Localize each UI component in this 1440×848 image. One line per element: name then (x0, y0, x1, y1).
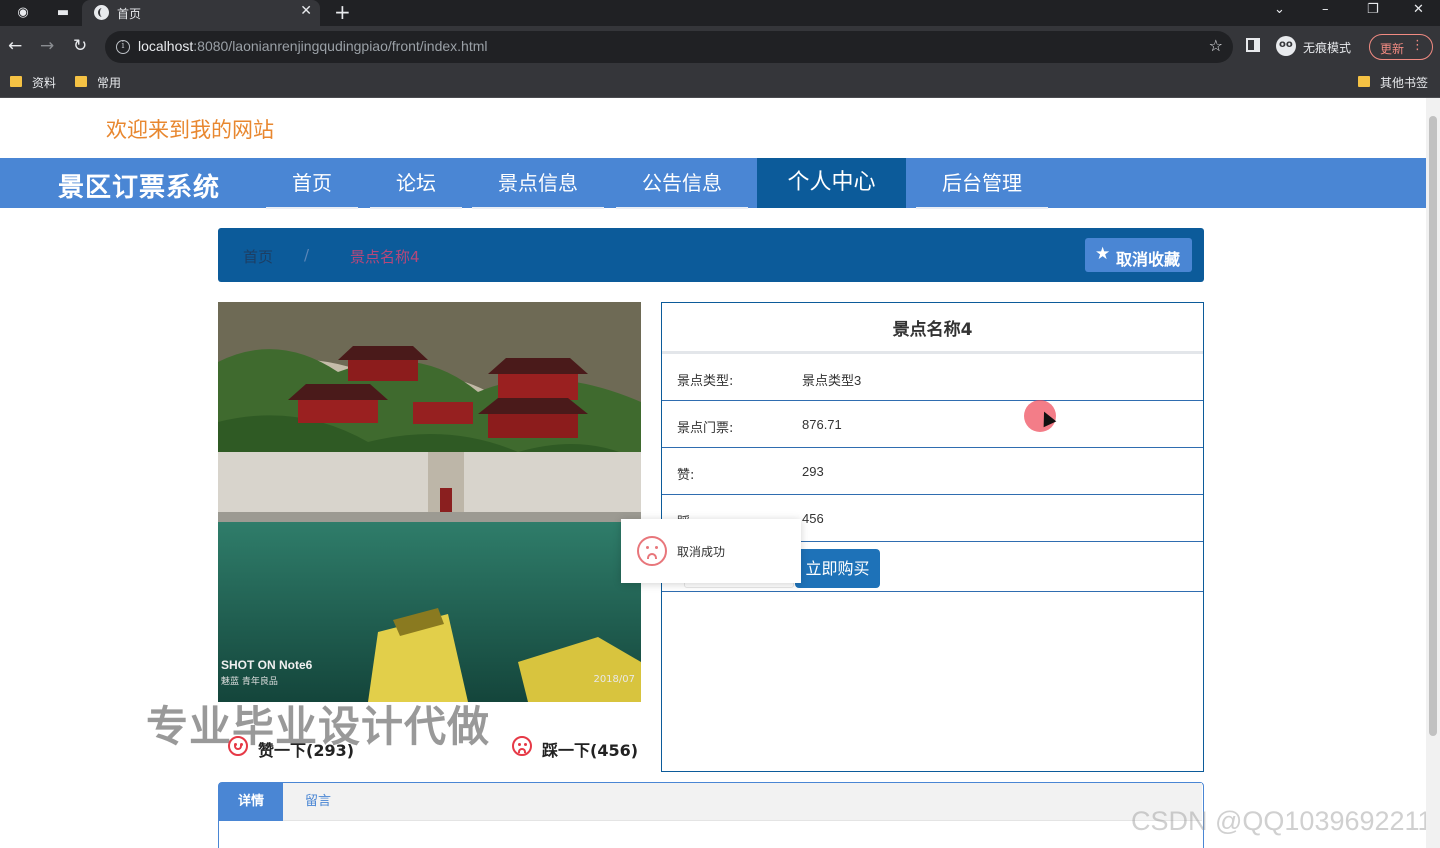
star-icon: ★ (1095, 244, 1111, 264)
incognito-label: 无痕模式 (1303, 41, 1352, 55)
nav-attractions[interactable]: 景点信息 (468, 158, 608, 209)
window-close-icon[interactable]: ✕ (1413, 2, 1424, 17)
page-viewport: 欢迎来到我的网站 景区订票系统 首页 论坛 景点信息 公告信息 个人中心 后台管… (0, 98, 1440, 848)
detail-tabs: 详情 留言 (218, 782, 1204, 848)
close-icon[interactable]: ✕ (300, 3, 312, 19)
bookmark-star-icon[interactable]: ☆ (1209, 36, 1223, 55)
attraction-photo-art (218, 302, 641, 702)
nav-admin[interactable]: 后台管理 (912, 158, 1052, 209)
photo-subcaption: 魅蓝 青年良品 (221, 677, 278, 687)
smile-icon (228, 736, 248, 756)
globe-icon (94, 5, 109, 20)
breadcrumb-home[interactable]: 首页 (243, 246, 273, 267)
browser-tab[interactable]: 首页 ✕ (82, 0, 320, 26)
update-button[interactable]: 更新 ⋮ (1369, 34, 1433, 60)
page-scrollbar[interactable] (1426, 98, 1440, 848)
site-brand[interactable]: 景区订票系统 (58, 167, 220, 204)
tab-title: 首页 (117, 7, 142, 21)
tab-comments[interactable]: 留言 (283, 783, 353, 821)
folder-icon (1358, 76, 1370, 87)
bookmarks-bar: 资料 常用 其他书签 (0, 68, 1440, 98)
new-tab-icon[interactable]: + (334, 1, 351, 23)
info-row-price: 景点门票: 876.71 (662, 401, 1203, 448)
address-bar[interactable]: i localhost:8080/laonianrenjingqudingpia… (105, 31, 1233, 63)
site-info-icon[interactable]: i (116, 40, 130, 54)
forward-icon[interactable]: → (40, 36, 54, 56)
nav-home[interactable]: 首页 (262, 158, 362, 209)
photo-date: 2018/07 (593, 674, 635, 685)
welcome-text: 欢迎来到我的网站 (106, 118, 274, 142)
photo-caption: SHOT ON Note6 (221, 658, 313, 672)
info-row-type: 景点类型: 景点类型3 (662, 354, 1203, 401)
browser-tab-strip: ◉ ▬ 首页 ✕ + ⌄ – ❐ ✕ (0, 0, 1440, 26)
attraction-photo: SHOT ON Note6 魅蓝 青年良品 2018/07 (218, 302, 641, 702)
unfavorite-button[interactable]: ★ 取消收藏 (1085, 238, 1192, 272)
browser-toolbar: ← → ↻ i localhost:8080/laonianrenjingqud… (0, 26, 1440, 68)
tab-search-icon[interactable]: ◉ (14, 4, 32, 22)
back-icon[interactable]: ← (8, 36, 22, 56)
toast-message: 取消成功 (621, 519, 801, 583)
tab-groups-icon[interactable]: ▬ (54, 4, 72, 22)
more-menu-icon[interactable]: ⋮ (1411, 38, 1424, 53)
nav-forum[interactable]: 论坛 (366, 158, 466, 209)
nav-announcements[interactable]: 公告信息 (612, 158, 752, 209)
tabs-header: 详情 留言 (219, 783, 1202, 821)
side-panel-icon[interactable] (1246, 38, 1260, 52)
folder-icon (10, 76, 22, 87)
restore-icon[interactable]: ❐ (1367, 2, 1379, 17)
main-nav: 景区订票系统 首页 论坛 景点信息 公告信息 个人中心 后台管理 (0, 158, 1426, 209)
toast-text: 取消成功 (677, 545, 726, 559)
attraction-title: 景点名称4 (892, 320, 973, 340)
minimize-icon[interactable]: – (1322, 2, 1329, 17)
frown-icon (512, 736, 532, 756)
tab-list-chevron-icon[interactable]: ⌄ (1274, 2, 1285, 17)
tab-details[interactable]: 详情 (219, 783, 283, 821)
info-row-likes: 赞: 293 (662, 448, 1203, 495)
reload-icon[interactable]: ↻ (73, 36, 87, 56)
scrollbar-thumb[interactable] (1429, 116, 1437, 736)
folder-icon (75, 76, 87, 87)
sad-face-icon (637, 536, 667, 566)
breadcrumb-separator: / (304, 246, 310, 264)
url-text[interactable]: localhost:8080/laonianrenjingqudingpiao/… (138, 38, 487, 54)
csdn-watermark: CSDN @QQ1039692211 (1131, 806, 1433, 836)
breadcrumb: 首页 / 景点名称4 ★ 取消收藏 (218, 228, 1204, 282)
incognito-icon (1276, 36, 1296, 56)
breadcrumb-current: 景点名称4 (350, 248, 420, 266)
buy-now-button[interactable]: 立即购买 (795, 549, 880, 588)
nav-personal-center[interactable]: 个人中心 (757, 158, 906, 208)
